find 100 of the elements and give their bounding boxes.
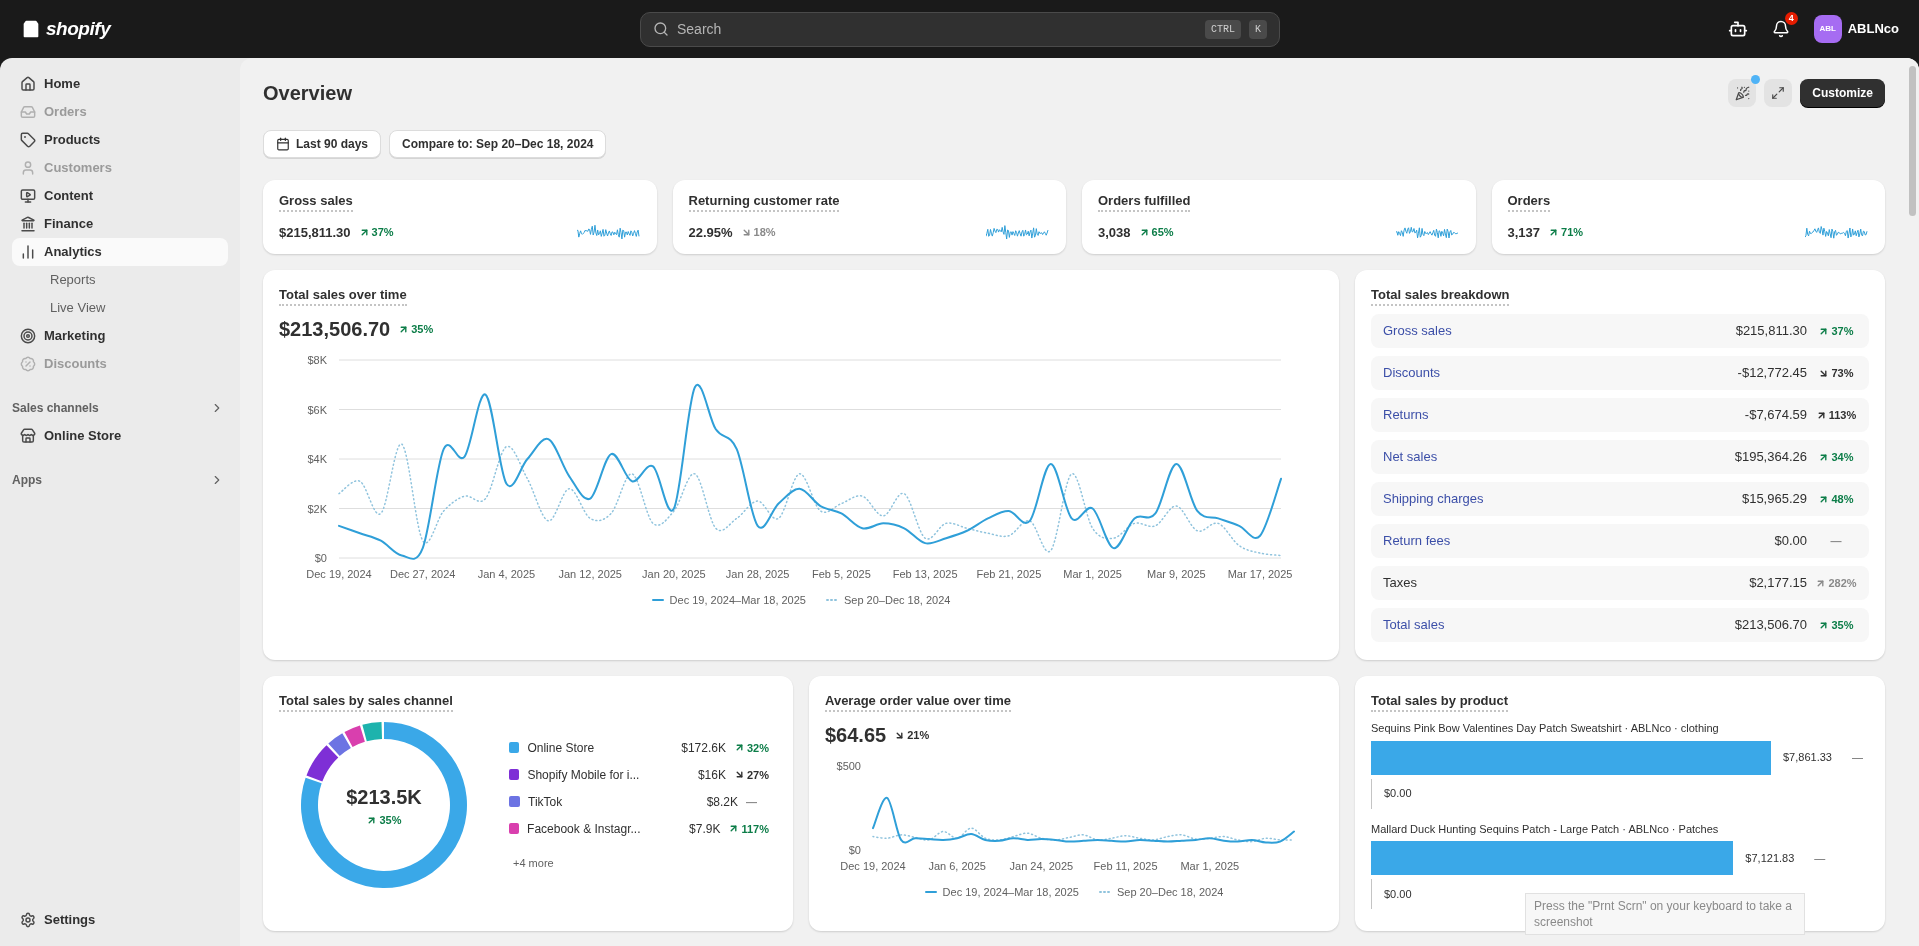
search-input[interactable]: Search [677, 18, 1197, 40]
solid-line-swatch-icon [924, 890, 937, 895]
logo-wordmark[interactable]: shopify [46, 14, 111, 44]
sidebar-item[interactable]: Analytics [12, 238, 228, 266]
sidebar-subitem[interactable]: Reports [12, 266, 228, 294]
sidebar-item[interactable]: Content [12, 182, 228, 210]
sidebar-item[interactable]: Online Store [12, 422, 228, 450]
breakdown-row[interactable]: Returns -$7,674.59 113% [1371, 398, 1869, 432]
change-percent: 37% [1831, 323, 1854, 339]
breakdown-label[interactable]: Total sales [1383, 615, 1445, 635]
axis-tick-label: $2K [307, 502, 327, 515]
change-percent: — [746, 794, 757, 810]
notification-count-badge: 4 [1784, 12, 1798, 25]
axis-tick-label: Feb 11, 2025 [1093, 860, 1158, 872]
card-title[interactable]: Total sales over time [279, 286, 407, 306]
axis-tick-label: Mar 9, 2025 [1147, 568, 1206, 580]
legend-label: Online Store [527, 739, 596, 757]
breakdown-value: $195,364.26 [1734, 448, 1807, 467]
axis-tick-label: Jan 28, 2025 [725, 568, 790, 580]
card-title[interactable]: Average order value over time [825, 692, 1011, 712]
tag-icon [20, 132, 36, 148]
sidebar-section-header[interactable]: Sales channels [12, 394, 228, 422]
breakdown-row[interactable]: Shipping charges $15,965.29 48% [1371, 482, 1869, 516]
compare-button[interactable]: Compare to: Sep 20–Dec 18, 2024 [389, 130, 607, 158]
axis-tick-label: $4K [307, 453, 327, 465]
percent-badge-icon [20, 356, 36, 372]
customize-button[interactable]: Customize [1800, 79, 1885, 107]
change-percent: 21% [907, 727, 930, 743]
change-percent: 35% [1831, 617, 1854, 633]
card-title[interactable]: Total sales by sales channel [279, 692, 453, 712]
change-percent: — [1830, 533, 1842, 549]
change-percent: 35% [379, 812, 402, 828]
bar-value-label: $0.00 [1384, 886, 1412, 902]
metric-card[interactable]: Returning customer rate 22.95% 18% [672, 180, 1066, 254]
metric-card[interactable]: Orders 3,137 71% [1491, 180, 1885, 254]
breakdown-label[interactable]: Gross sales [1383, 321, 1452, 341]
breakdown-value: $0.00 [1774, 532, 1807, 551]
calendar-icon [276, 137, 290, 151]
sidebar-item[interactable]: Products [12, 126, 228, 154]
change-percent: 34% [1831, 449, 1854, 465]
breakdown-row[interactable]: Discounts -$12,772.45 73% [1371, 356, 1869, 390]
more-link[interactable]: +4 more [509, 854, 554, 872]
axis-tick-label: Mar 1, 2025 [1063, 568, 1122, 580]
breakdown-label[interactable]: Shipping charges [1383, 489, 1484, 509]
metric-value: 3,038 [1098, 223, 1131, 242]
change-percent: 113% [1828, 407, 1857, 423]
metric-value: 3,137 [1507, 223, 1541, 242]
home-icon [20, 76, 36, 92]
breakdown-row[interactable]: Gross sales $215,811.30 37% [1371, 314, 1869, 348]
solid-line-swatch-icon [651, 598, 664, 603]
card-title[interactable]: Total sales by product [1371, 692, 1508, 712]
breakdown-value: $2,177.15 [1749, 574, 1807, 593]
sidebar-item[interactable]: Home [12, 70, 228, 98]
date-range-button[interactable]: Last 90 days [263, 130, 382, 158]
breakdown-label[interactable]: Return fees [1383, 531, 1451, 551]
breakdown-value: $15,965.29 [1741, 490, 1807, 509]
legend-value: $8.2K [705, 793, 738, 811]
bar-label: Sequins Pink Bow Valentines Day Patch Sweatshirt · ABLNco · clothing [1371, 721, 1720, 736]
change-percent: 27% [746, 767, 769, 783]
sidebar-item[interactable]: Marketing [12, 322, 228, 350]
sidebar-section-header[interactable]: Apps [12, 466, 228, 494]
search-field[interactable]: Search CTRL K [640, 11, 1280, 47]
notifications-icon[interactable] [1771, 20, 1790, 38]
account-name[interactable]: ABLNco [1847, 19, 1899, 39]
bank-icon [20, 216, 36, 232]
axis-tick-label: $0 [848, 844, 861, 856]
breakdown-row[interactable]: Net sales $195,364.26 34% [1371, 440, 1869, 474]
card-title[interactable]: Returning customer rate [688, 192, 840, 212]
dotted-line-swatch-icon [1098, 890, 1111, 895]
target-icon [20, 328, 36, 344]
breakdown-label[interactable]: Discounts [1383, 363, 1441, 383]
axis-tick-label: Feb 21, 2025 [976, 568, 1042, 580]
axis-tick-label: Dec 27, 2024 [390, 568, 456, 580]
axis-tick-label: $6K [307, 403, 327, 416]
legend-label: Sep 20–Dec 18, 2024 [1116, 885, 1224, 900]
metric-card[interactable]: Gross sales $215,811.30 37% [263, 180, 657, 254]
breakdown-label[interactable]: Returns [1383, 405, 1429, 425]
axis-tick-label: $500 [836, 760, 861, 772]
legend-value: $172.6K [680, 739, 726, 757]
fullscreen-button[interactable] [1764, 79, 1793, 107]
bar-chart-icon [20, 244, 36, 260]
monitor-icon [20, 188, 36, 204]
sidebar-subitem[interactable]: Live View [12, 294, 228, 322]
breakdown-label[interactable]: Net sales [1383, 447, 1438, 467]
inbox-icon [20, 104, 36, 120]
card-title[interactable]: Gross sales [279, 192, 353, 212]
legend-label: Shopify Mobile for i... [527, 766, 641, 784]
bot-icon[interactable] [1727, 19, 1748, 39]
bar-value-label: $7,861.33 [1783, 750, 1832, 766]
breakdown-row[interactable]: Total sales $213,506.70 35% [1371, 608, 1869, 642]
axis-tick-label: Jan 24, 2025 [1009, 860, 1073, 872]
metric-card[interactable]: Orders fulfilled 3,038 65% [1082, 180, 1476, 254]
breakdown-row[interactable]: Return fees $0.00 — [1371, 524, 1869, 558]
card-title[interactable]: Orders fulfilled [1098, 192, 1191, 212]
breakdown-row[interactable]: Taxes $2,177.15 282% [1371, 566, 1869, 600]
bar-label: Mallard Duck Hunting Sequins Patch - Large Patch · ABLNco · Patches [1371, 821, 1720, 837]
sidebar-item[interactable]: Finance [12, 210, 228, 238]
card-title[interactable]: Total sales breakdown [1371, 286, 1510, 306]
sidebar-item[interactable]: Settings [12, 906, 228, 934]
card-title[interactable]: Orders [1507, 192, 1551, 212]
